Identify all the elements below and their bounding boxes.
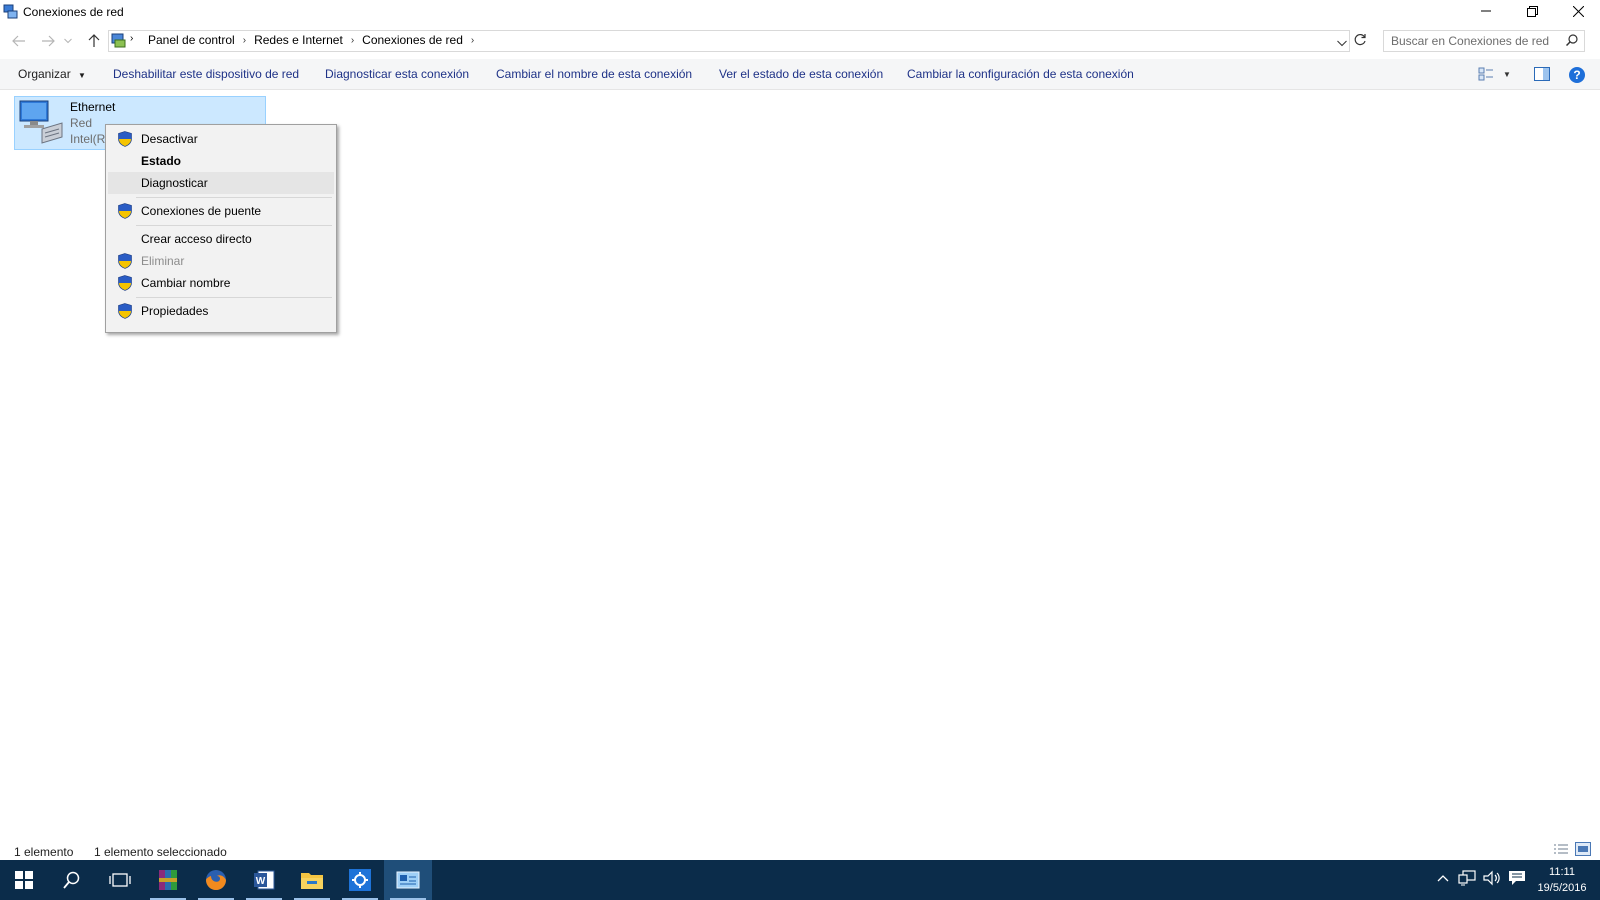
network-adapter-icon — [18, 99, 64, 148]
address-root-chevron-icon[interactable]: › — [130, 33, 133, 44]
disable-device-button[interactable]: Deshabilitar este dispositivo de red — [113, 67, 299, 81]
menu-item-desactivar[interactable]: Desactivar — [108, 128, 334, 150]
view-status-button[interactable]: Ver el estado de esta conexión — [719, 67, 883, 81]
windows-logo-icon — [15, 871, 33, 889]
rename-connection-button[interactable]: Cambiar el nombre de esta conexión — [496, 67, 692, 81]
task-view-icon — [109, 873, 131, 887]
archive-app-icon — [159, 870, 177, 890]
word-icon: W — [254, 870, 275, 890]
large-icons-view-icon[interactable] — [1575, 842, 1591, 859]
task-view-button[interactable] — [96, 860, 144, 900]
title-bar — [0, 0, 1600, 24]
breadcrumb-panel-de-control[interactable]: Panel de control — [142, 33, 241, 47]
clock-date: 19/5/2016 — [1537, 882, 1587, 894]
help-icon[interactable]: ? — [1568, 66, 1586, 87]
search-input[interactable]: Buscar en Conexiones de red — [1383, 30, 1585, 52]
taskbar-app-settings[interactable] — [336, 860, 384, 900]
breadcrumb: Panel de control › Redes e Internet › Co… — [142, 33, 476, 47]
diagnose-connection-button[interactable]: Diagnosticar esta conexión — [325, 67, 469, 81]
folder-icon — [301, 873, 323, 889]
uac-shield-icon — [118, 131, 132, 147]
address-dropdown-icon[interactable] — [1337, 36, 1347, 50]
refresh-icon[interactable] — [1354, 33, 1367, 49]
up-button[interactable] — [84, 32, 104, 50]
taskbar: W 11:11 19/5/2016 — [0, 860, 1600, 900]
details-view-icon[interactable] — [1553, 843, 1569, 859]
breadcrumb-separator-icon[interactable]: › — [349, 35, 356, 46]
taskbar-clock[interactable]: 11:11 19/5/2016 — [1530, 864, 1594, 896]
taskbar-app-network-connections[interactable] — [384, 860, 432, 900]
view-options-dropdown-icon[interactable]: ▼ — [1503, 70, 1511, 79]
search-icon — [63, 871, 80, 889]
recent-locations-chevron-icon[interactable] — [62, 32, 74, 50]
gear-icon — [349, 869, 371, 891]
menu-item-crear-acceso-directo[interactable]: Crear acceso directo — [108, 228, 334, 250]
close-button[interactable] — [1555, 0, 1600, 22]
uac-shield-icon — [118, 203, 132, 219]
volume-icon[interactable] — [1483, 870, 1501, 889]
menu-label-propiedades: Propiedades — [141, 304, 209, 318]
window-title: Conexiones de red — [23, 5, 124, 19]
breadcrumb-conexiones-de-red[interactable]: Conexiones de red — [356, 33, 469, 47]
firefox-icon — [206, 870, 226, 890]
status-selected-count: 1 elemento seleccionado — [94, 845, 227, 859]
svg-text:W: W — [256, 876, 266, 887]
taskbar-app-firefox[interactable] — [192, 860, 240, 900]
preview-pane-icon[interactable] — [1534, 67, 1550, 84]
restore-button[interactable] — [1509, 0, 1555, 22]
menu-label-desactivar: Desactivar — [141, 132, 198, 146]
menu-item-diagnosticar[interactable]: Diagnosticar — [108, 172, 334, 194]
clock-time: 11:11 — [1549, 866, 1575, 878]
status-item-count: 1 elemento — [14, 845, 74, 859]
change-settings-button[interactable]: Cambiar la configuración de esta conexió… — [907, 67, 1134, 81]
item-name: Ethernet — [70, 100, 116, 114]
uac-shield-icon — [118, 253, 132, 269]
menu-label-cambiar-nombre: Cambiar nombre — [141, 276, 231, 290]
network-connections-icon — [396, 871, 420, 889]
network-connections-icon — [3, 4, 18, 19]
organize-label: Organizar — [18, 67, 71, 81]
view-options-icon[interactable] — [1478, 67, 1494, 84]
menu-separator — [136, 225, 332, 226]
taskbar-app-winrar[interactable] — [144, 860, 192, 900]
breadcrumb-separator-icon[interactable]: › — [469, 35, 476, 46]
breadcrumb-separator-icon[interactable]: › — [241, 35, 248, 46]
back-button[interactable] — [9, 32, 29, 50]
uac-shield-icon — [118, 275, 132, 291]
taskbar-app-word[interactable]: W — [240, 860, 288, 900]
menu-label-eliminar: Eliminar — [141, 254, 185, 268]
forward-button[interactable] — [38, 32, 58, 50]
taskbar-app-file-explorer[interactable] — [288, 860, 336, 900]
breadcrumb-redes-e-internet[interactable]: Redes e Internet — [248, 33, 349, 47]
action-center-icon[interactable] — [1508, 870, 1526, 889]
context-menu: Desactivar Estado Diagnosticar Conexione… — [105, 124, 337, 333]
search-placeholder: Buscar en Conexiones de red — [1391, 34, 1550, 48]
svg-text:?: ? — [1573, 68, 1580, 82]
menu-separator — [136, 297, 332, 298]
menu-label-diagnosticar: Diagnosticar — [141, 176, 208, 190]
network-status-icon[interactable] — [1458, 870, 1476, 889]
menu-separator — [136, 197, 332, 198]
show-hidden-icons-chevron-icon[interactable] — [1437, 872, 1449, 886]
taskbar-search-button[interactable] — [48, 860, 96, 900]
menu-label-estado: Estado — [141, 154, 182, 168]
menu-item-cambiar-nombre[interactable]: Cambiar nombre — [108, 272, 334, 294]
start-button[interactable] — [0, 860, 48, 900]
minimize-button[interactable] — [1463, 0, 1509, 22]
menu-item-propiedades[interactable]: Propiedades — [108, 300, 334, 322]
menu-item-estado[interactable]: Estado — [108, 150, 334, 172]
menu-item-conexiones-de-puente[interactable]: Conexiones de puente — [108, 200, 334, 222]
menu-label-conexiones-de-puente: Conexiones de puente — [141, 204, 262, 218]
search-icon[interactable] — [1565, 34, 1578, 49]
uac-shield-icon — [118, 303, 132, 319]
item-network: Red — [70, 116, 93, 130]
menu-label-crear-acceso-directo: Crear acceso directo — [141, 232, 252, 246]
menu-item-eliminar[interactable]: Eliminar — [108, 250, 334, 272]
item-adapter: Intel(R — [70, 132, 106, 146]
chevron-down-icon: ▼ — [78, 71, 86, 80]
organize-button[interactable]: Organizar ▼ — [18, 67, 86, 81]
control-panel-icon — [111, 32, 127, 51]
